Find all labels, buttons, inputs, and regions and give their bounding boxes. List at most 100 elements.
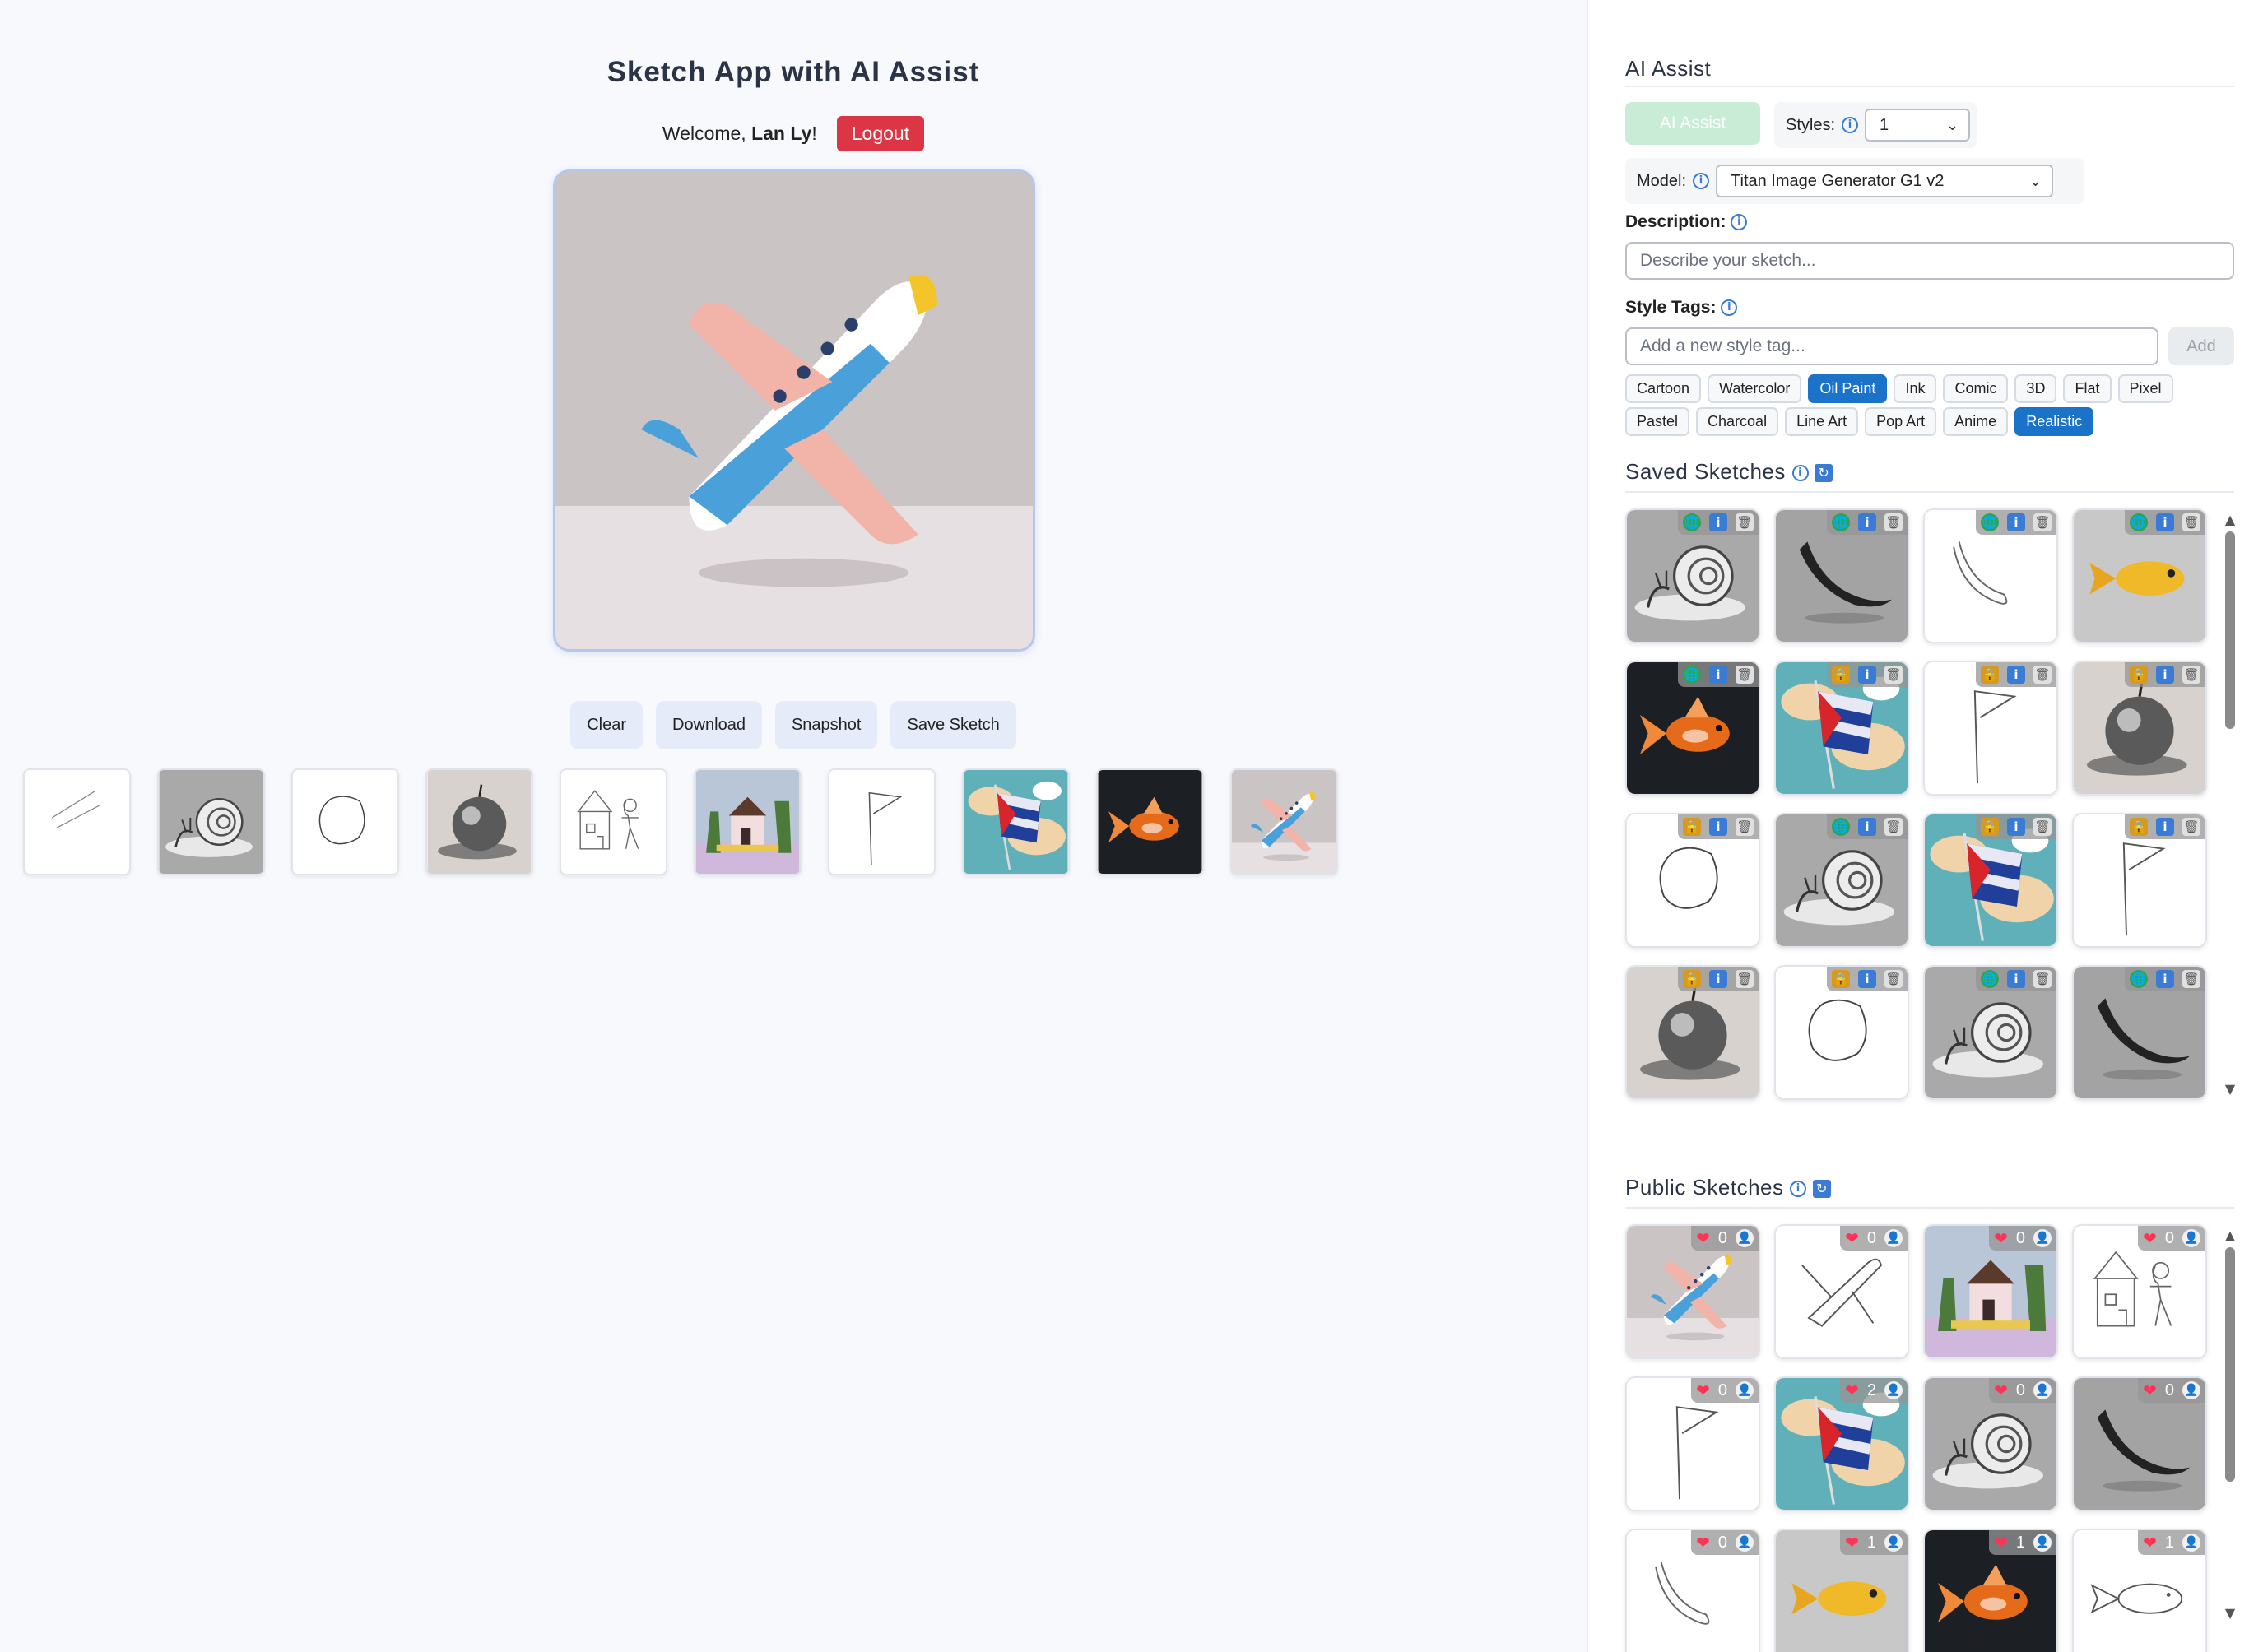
public-sketch-card[interactable]: ❤ 0 👤 [2072,1376,2207,1511]
trash-icon[interactable]: 🗑 [1736,666,1754,684]
info-icon[interactable]: i [1858,970,1876,988]
heart-icon[interactable]: ❤ [1845,1228,1859,1249]
refresh-icon[interactable]: ↻ [1815,464,1833,483]
saved-sketch-card[interactable]: 🔒 i 🗑 [1625,813,1760,948]
saved-sketch-card[interactable]: 🔒 i 🗑 [1923,661,2058,796]
saved-sketch-card[interactable]: 🌐 i 🗑 [1923,508,2058,643]
trash-icon[interactable]: 🗑 [1884,513,1903,531]
user-icon[interactable]: 👤 [2182,1229,2200,1247]
public-sketch-card[interactable]: ❤ 1 👤 [1774,1529,1909,1652]
public-sketch-card[interactable]: ❤ 0 👤 [1625,1376,1760,1511]
user-icon[interactable]: 👤 [1736,1534,1754,1552]
info-icon[interactable]: i [1693,173,1710,189]
info-icon[interactable]: i [2156,970,2174,988]
lock-icon[interactable]: 🔒 [2130,666,2148,684]
info-icon[interactable]: i [1709,818,1727,836]
saved-sketch-card[interactable]: 🌐 i 🗑 [2072,508,2207,643]
add-tag-button[interactable]: Add [2168,327,2234,365]
style-tag[interactable]: Realistic [2014,407,2094,436]
public-sketch-card[interactable]: ❤ 0 👤 [1923,1376,2058,1511]
public-sketch-card[interactable]: ❤ 1 👤 [2072,1529,2207,1652]
saved-sketch-card[interactable]: 🔒 i 🗑 [2072,661,2207,796]
user-icon[interactable]: 👤 [2182,1381,2200,1399]
history-thumbnail[interactable] [1230,768,1338,875]
user-icon[interactable]: 👤 [2033,1381,2052,1399]
scroll-down-icon[interactable]: ▼ [2224,1607,2237,1620]
user-icon[interactable]: 👤 [1736,1381,1754,1399]
saved-sketch-card[interactable]: 🔒 i 🗑 [1625,965,1760,1100]
style-tag[interactable]: Ink [1894,374,1937,403]
globe-icon[interactable]: 🌐 [1683,666,1701,684]
heart-icon[interactable]: ❤ [1845,1533,1859,1553]
saved-sketch-card[interactable]: 🌐 i 🗑 [1774,813,1909,948]
globe-icon[interactable]: 🌐 [2130,513,2148,531]
style-tag[interactable]: Pop Art [1865,407,1937,436]
clear-button[interactable]: Clear [570,701,644,749]
style-tag[interactable]: 3D [2014,374,2057,403]
heart-icon[interactable]: ❤ [1994,1533,2008,1553]
info-icon[interactable]: i [1791,465,1809,482]
trash-icon[interactable]: 🗑 [1884,818,1903,836]
style-tag[interactable]: Line Art [1785,407,1859,436]
lock-icon[interactable]: 🔒 [1981,666,1999,684]
saved-sketch-card[interactable]: 🌐 i 🗑 [1625,508,1760,643]
description-input[interactable] [1625,242,2234,280]
user-icon[interactable]: 👤 [2033,1534,2052,1552]
info-icon[interactable]: i [1858,513,1876,531]
saved-sketch-card[interactable]: 🔒 i 🗑 [1774,965,1909,1100]
trash-icon[interactable]: 🗑 [1736,970,1754,988]
public-sketch-card[interactable]: ❤ 0 👤 [1625,1224,1760,1359]
globe-icon[interactable]: 🌐 [1981,513,1999,531]
info-icon[interactable]: i [2007,818,2025,836]
save-sketch-button[interactable]: Save Sketch [890,701,1016,749]
heart-icon[interactable]: ❤ [1845,1381,1859,1401]
sketch-canvas[interactable] [553,169,1035,652]
info-icon[interactable]: i [1858,818,1876,836]
ai-assist-button[interactable]: AI Assist [1625,102,1760,145]
info-icon[interactable]: i [1709,666,1727,684]
info-icon[interactable]: i [2007,513,2025,531]
info-icon[interactable]: i [2156,818,2174,836]
info-icon[interactable]: i [1721,299,1738,317]
heart-icon[interactable]: ❤ [1994,1381,2008,1401]
style-tag[interactable]: Flat [2063,374,2112,403]
style-tag[interactable]: Pastel [1625,407,1690,436]
style-tag[interactable]: Anime [1943,407,2009,436]
heart-icon[interactable]: ❤ [2143,1381,2157,1401]
trash-icon[interactable]: 🗑 [2033,970,2052,988]
style-tag[interactable]: Cartoon [1625,374,1702,403]
public-sketch-card[interactable]: ❤ 0 👤 [2072,1224,2207,1359]
public-scrollbar[interactable]: ▲ ▼ [2224,1229,2237,1620]
history-thumbnail[interactable] [157,768,265,875]
history-thumbnail[interactable] [291,768,399,875]
trash-icon[interactable]: 🗑 [2182,818,2200,836]
lock-icon[interactable]: 🔒 [1832,666,1850,684]
globe-icon[interactable]: 🌐 [1981,970,1999,988]
style-tag-input[interactable] [1625,327,2158,365]
user-icon[interactable]: 👤 [2033,1229,2052,1247]
globe-icon[interactable]: 🌐 [1832,818,1850,836]
styles-select[interactable]: 1 ⌄ [1865,109,1971,142]
saved-sketch-card[interactable]: 🌐 i 🗑 [1774,508,1909,643]
scroll-down-icon[interactable]: ▼ [2224,1083,2237,1096]
info-icon[interactable]: i [2007,666,2025,684]
globe-icon[interactable]: 🌐 [1683,513,1701,531]
scroll-thumb[interactable] [2225,531,2235,729]
history-thumbnail[interactable] [828,768,936,875]
scroll-up-icon[interactable]: ▲ [2224,1229,2237,1242]
user-icon[interactable]: 👤 [1736,1229,1754,1247]
public-sketch-card[interactable]: ❤ 1 👤 [1923,1529,2058,1652]
info-icon[interactable]: i [1731,214,1748,231]
heart-icon[interactable]: ❤ [2143,1533,2157,1553]
scroll-up-icon[interactable]: ▲ [2224,513,2237,527]
lock-icon[interactable]: 🔒 [1832,970,1850,988]
style-tag[interactable]: Comic [1943,374,2009,403]
user-icon[interactable]: 👤 [1884,1381,1903,1399]
heart-icon[interactable]: ❤ [2143,1228,2157,1249]
saved-sketch-card[interactable]: 🔒 i 🗑 [2072,813,2207,948]
info-icon[interactable]: i [1709,970,1727,988]
trash-icon[interactable]: 🗑 [2182,970,2200,988]
saved-scrollbar[interactable]: ▲ ▼ [2224,513,2237,1096]
trash-icon[interactable]: 🗑 [2182,513,2200,531]
heart-icon[interactable]: ❤ [1696,1381,1710,1401]
